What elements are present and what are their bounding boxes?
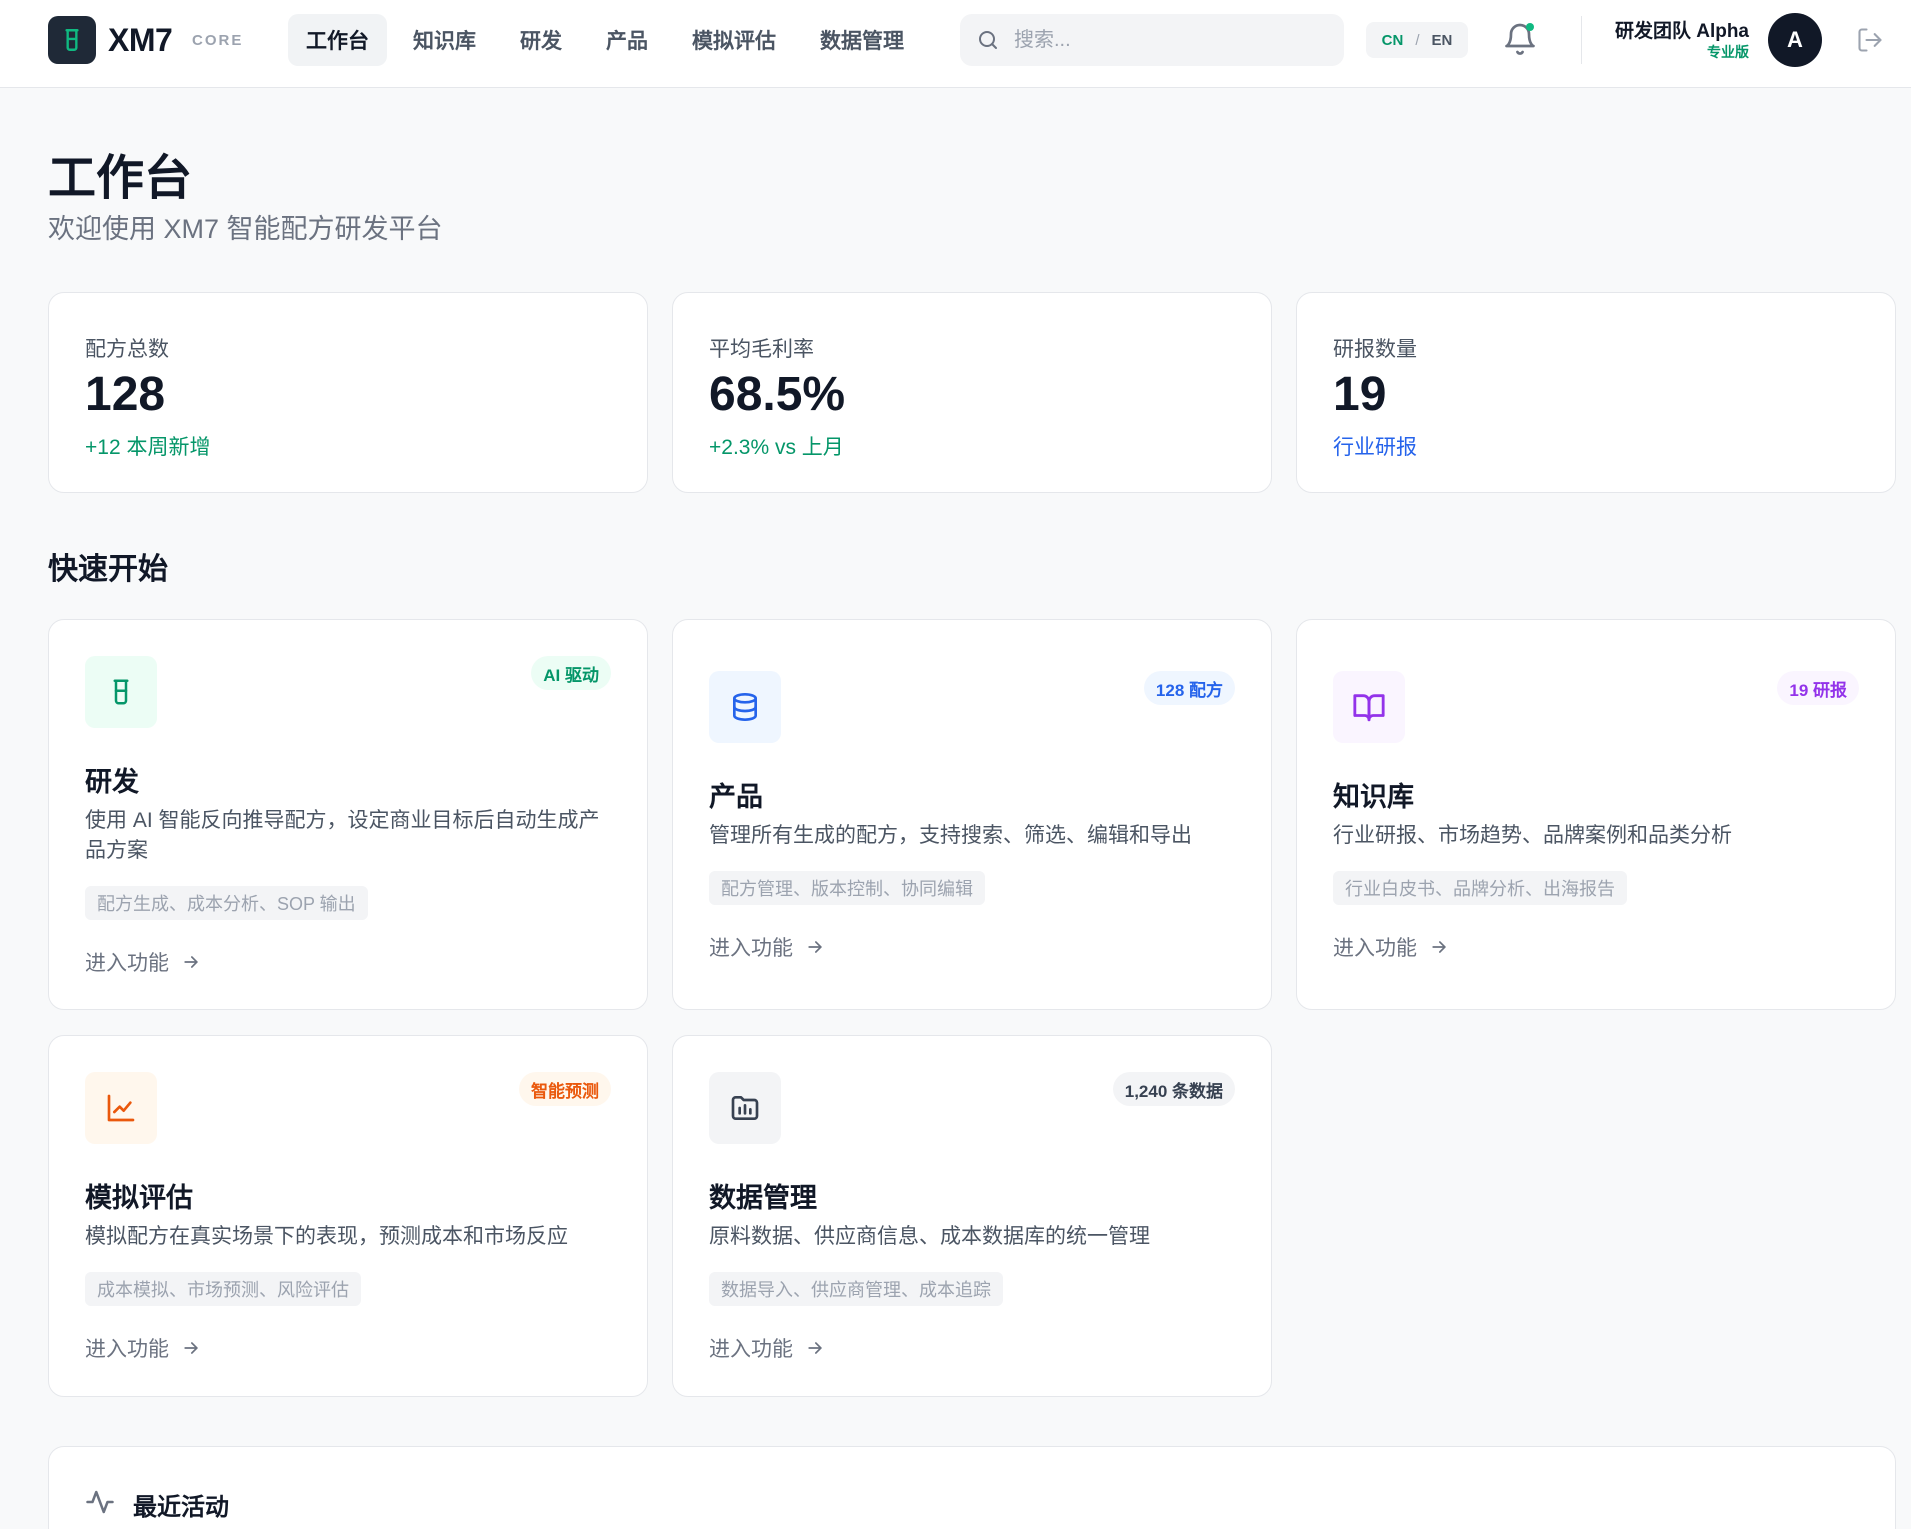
feature-card-data[interactable]: 1,240 条数据 数据管理 原料数据、供应商信息、成本数据库的统一管理 数据导… [672, 1035, 1272, 1397]
feature-description: 管理所有生成的配方，支持搜索、筛选、编辑和导出 [709, 824, 1192, 847]
nav-item-simulation[interactable]: 模拟评估 [674, 14, 794, 66]
nav-item-knowledge[interactable]: 知识库 [395, 14, 494, 66]
stat-card-margin: 平均毛利率 68.5% +2.3% vs 上月 [672, 292, 1272, 493]
feature-badge: 128 配方 [1143, 671, 1235, 705]
enter-feature-link[interactable]: 进入功能 [85, 947, 201, 977]
feature-icon-box [709, 671, 781, 743]
language-switcher[interactable]: CN / EN [1366, 22, 1468, 58]
lang-separator: / [1415, 31, 1420, 49]
feature-title: 数据管理 [709, 1183, 817, 1213]
line-chart-icon [107, 1094, 135, 1122]
feature-icon-box [1333, 671, 1405, 743]
beaker-icon [113, 679, 129, 705]
feature-icon-box [85, 1072, 157, 1144]
activity-icon [86, 1490, 114, 1514]
feature-tags: 数据导入、供应商管理、成本追踪 [709, 1272, 1003, 1306]
stat-value: 19 [1333, 368, 1387, 421]
stat-note[interactable]: 行业研报 [1333, 431, 1417, 461]
header-divider [1581, 16, 1582, 64]
avatar[interactable]: A [1768, 13, 1822, 67]
feature-tags: 配方管理、版本控制、协同编辑 [709, 871, 985, 905]
arrow-right-icon [184, 956, 198, 968]
page-subtitle: 欢迎使用 XM7 智能配方研发平台 [48, 214, 443, 244]
feature-badge: AI 驱动 [531, 656, 611, 690]
stat-label: 研报数量 [1333, 338, 1417, 361]
brand-name: XM7 [108, 22, 173, 58]
stat-value: 128 [85, 368, 166, 421]
feature-title: 模拟评估 [85, 1183, 193, 1213]
feature-description: 模拟配方在真实场景下的表现，预测成本和市场反应 [85, 1225, 568, 1248]
stat-note: +12 本周新增 [85, 436, 211, 459]
feature-description: 使用 AI 智能反向推导配方，设定商业目标后自动生成产品方案 [85, 809, 600, 862]
folder-chart-icon [731, 1096, 759, 1120]
beaker-icon [65, 29, 79, 51]
stat-card-reports: 研报数量 19 行业研报 [1296, 292, 1896, 493]
stat-value: 68.5% [709, 368, 846, 421]
app-logo[interactable] [48, 16, 96, 64]
search-input[interactable] [1014, 28, 1314, 52]
feature-tags: 配方生成、成本分析、SOP 输出 [85, 886, 368, 920]
nav-item-workbench[interactable]: 工作台 [288, 14, 387, 66]
feature-badge: 智能预测 [519, 1072, 611, 1106]
feature-title: 产品 [709, 782, 763, 812]
nav-item-rnd[interactable]: 研发 [502, 14, 580, 66]
search-icon [979, 31, 997, 49]
link-label: 进入功能 [85, 1338, 169, 1361]
database-icon [733, 693, 757, 721]
feature-tags: 行业白皮书、品牌分析、出海报告 [1333, 871, 1627, 905]
enter-feature-link[interactable]: 进入功能 [709, 1333, 825, 1363]
team-plan-badge: 专业版 [1707, 44, 1749, 60]
enter-feature-link[interactable]: 进入功能 [709, 932, 825, 962]
link-label: 进入功能 [709, 1338, 793, 1361]
feature-icon-box [85, 656, 157, 728]
feature-title: 知识库 [1333, 782, 1414, 812]
feature-tags: 成本模拟、市场预测、风险评估 [85, 1272, 361, 1306]
enter-feature-link[interactable]: 进入功能 [85, 1333, 201, 1363]
search-box[interactable] [960, 14, 1344, 66]
logout-icon[interactable] [1856, 26, 1884, 54]
recent-activity-title: 最近活动 [133, 1494, 229, 1521]
stat-label: 平均毛利率 [709, 338, 814, 361]
nav-item-data[interactable]: 数据管理 [802, 14, 922, 66]
arrow-right-icon [808, 941, 822, 953]
brand-sub: CORE [192, 32, 244, 49]
feature-card-products[interactable]: 128 配方 产品 管理所有生成的配方，支持搜索、筛选、编辑和导出 配方管理、版… [672, 619, 1272, 1010]
feature-badge: 1,240 条数据 [1112, 1072, 1235, 1106]
page-title: 工作台 [48, 152, 193, 205]
stat-note: +2.3% vs 上月 [709, 436, 844, 459]
notification-dot [1526, 23, 1534, 31]
enter-feature-link[interactable]: 进入功能 [1333, 932, 1449, 962]
link-label: 进入功能 [709, 937, 793, 960]
feature-description: 原料数据、供应商信息、成本数据库的统一管理 [709, 1225, 1150, 1248]
quick-start-title: 快速开始 [48, 553, 168, 586]
feature-card-knowledge[interactable]: 19 研报 知识库 行业研报、市场趋势、品牌案例和品类分析 行业白皮书、品牌分析… [1296, 619, 1896, 1010]
arrow-right-icon [1432, 941, 1446, 953]
arrow-right-icon [808, 1342, 822, 1354]
feature-card-rnd[interactable]: AI 驱动 研发 使用 AI 智能反向推导配方，设定商业目标后自动生成产品方案 … [48, 619, 648, 1010]
feature-title: 研发 [85, 767, 139, 797]
feature-badge: 19 研报 [1777, 671, 1859, 705]
lang-en[interactable]: EN [1432, 32, 1453, 49]
main-nav: 工作台 知识库 研发 产品 模拟评估 数据管理 [288, 14, 922, 66]
link-label: 进入功能 [1333, 937, 1417, 960]
nav-item-products[interactable]: 产品 [588, 14, 666, 66]
top-header: XM7 CORE 工作台 知识库 研发 产品 模拟评估 数据管理 CN / EN… [0, 0, 1911, 88]
book-icon [1353, 694, 1385, 722]
stat-card-formulas: 配方总数 128 +12 本周新增 [48, 292, 648, 493]
team-name: 研发团队 Alpha [1614, 21, 1749, 42]
arrow-right-icon [184, 1342, 198, 1354]
feature-description: 行业研报、市场趋势、品牌案例和品类分析 [1333, 824, 1732, 847]
recent-activity-panel: 最近活动 [48, 1446, 1896, 1529]
link-label: 进入功能 [85, 952, 169, 975]
feature-icon-box [709, 1072, 781, 1144]
stat-label: 配方总数 [85, 338, 169, 361]
feature-card-simulation[interactable]: 智能预测 模拟评估 模拟配方在真实场景下的表现，预测成本和市场反应 成本模拟、市… [48, 1035, 648, 1397]
lang-cn[interactable]: CN [1382, 32, 1404, 49]
